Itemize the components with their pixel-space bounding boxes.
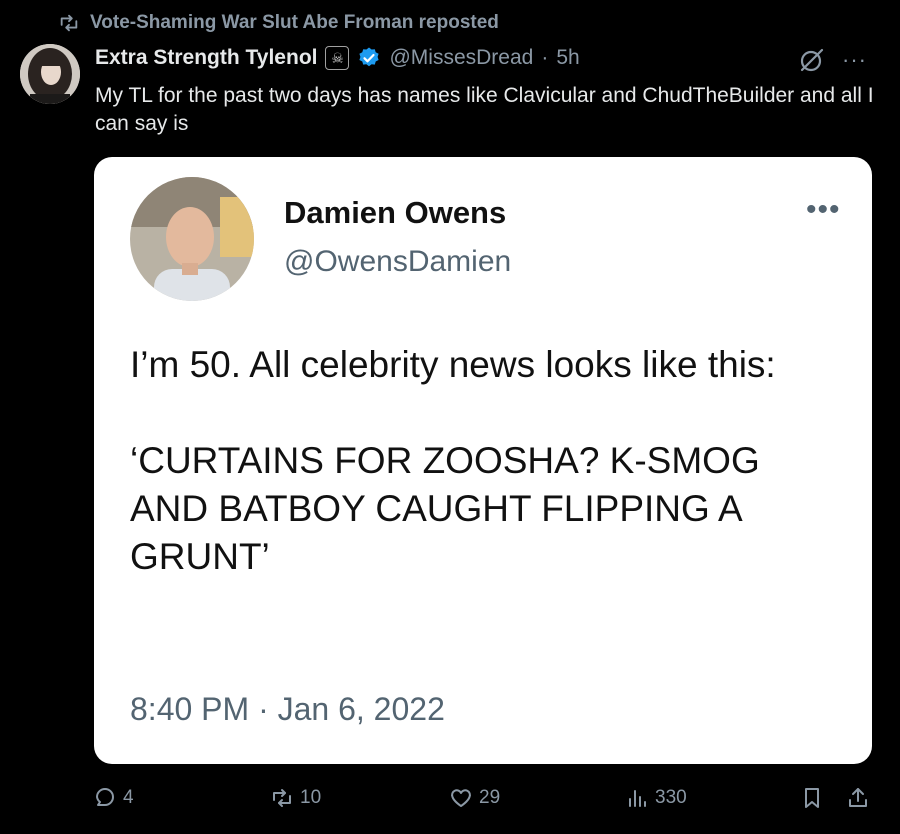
quoted-tweet-text: I’m 50. All celebrity news looks like th… [130,344,776,577]
embedded-image-card[interactable]: Damien Owens @OwensDamien ••• I’m 50. Al… [94,157,872,764]
avatar-image [20,44,80,104]
time-separator: · [541,46,549,69]
share-icon [849,788,867,807]
views-button[interactable]: 330 [625,786,687,810]
repost-icon [60,14,78,32]
post-text: My TL for the past two days has names li… [95,84,874,135]
reply-button[interactable]: 4 [93,786,134,810]
verified-badge-icon[interactable] [357,46,381,70]
action-bar: 4 10 29 330 [0,786,900,820]
post-header: Extra Strength Tylenol ☠ @MissesDread · … [95,46,580,70]
views-count: 330 [655,787,687,808]
like-count: 29 [479,787,501,808]
more-options-button[interactable]: ··· [842,47,867,73]
views-icon [629,790,646,807]
reply-icon [96,788,114,806]
badge-emoji: ☠ [331,49,344,66]
grok-icon[interactable] [798,46,826,74]
author-display-name[interactable]: Extra Strength Tylenol [95,46,317,70]
quoted-author-handle: @OwensDamien [284,245,512,278]
repost-action-icon [273,789,291,807]
author-avatar[interactable] [20,44,80,104]
bookmark-icon [805,788,819,808]
author-handle[interactable]: @MissesDread [389,46,533,70]
repost-button[interactable]: 10 [270,786,321,810]
quoted-author-avatar [130,177,254,301]
quoted-timestamp: 8:40 PM · Jan 6, 2022 [130,691,445,727]
like-button[interactable]: 29 [449,786,500,810]
share-button[interactable] [846,786,870,810]
skull-badge-icon: ☠ [325,46,350,70]
heart-icon [451,789,471,807]
repost-count: 10 [300,787,322,808]
reply-count: 4 [123,787,134,808]
post-time[interactable]: 5h [556,46,579,70]
bookmark-button[interactable] [800,786,824,810]
quoted-author-name: Damien Owens [284,195,507,230]
repost-indicator[interactable]: Vote-Shaming War Slut Abe Froman reposte… [58,12,499,34]
quoted-more-icon: ••• [806,193,841,226]
repost-text: Vote-Shaming War Slut Abe Froman reposte… [90,12,499,33]
quoted-avatar-image [130,177,254,301]
